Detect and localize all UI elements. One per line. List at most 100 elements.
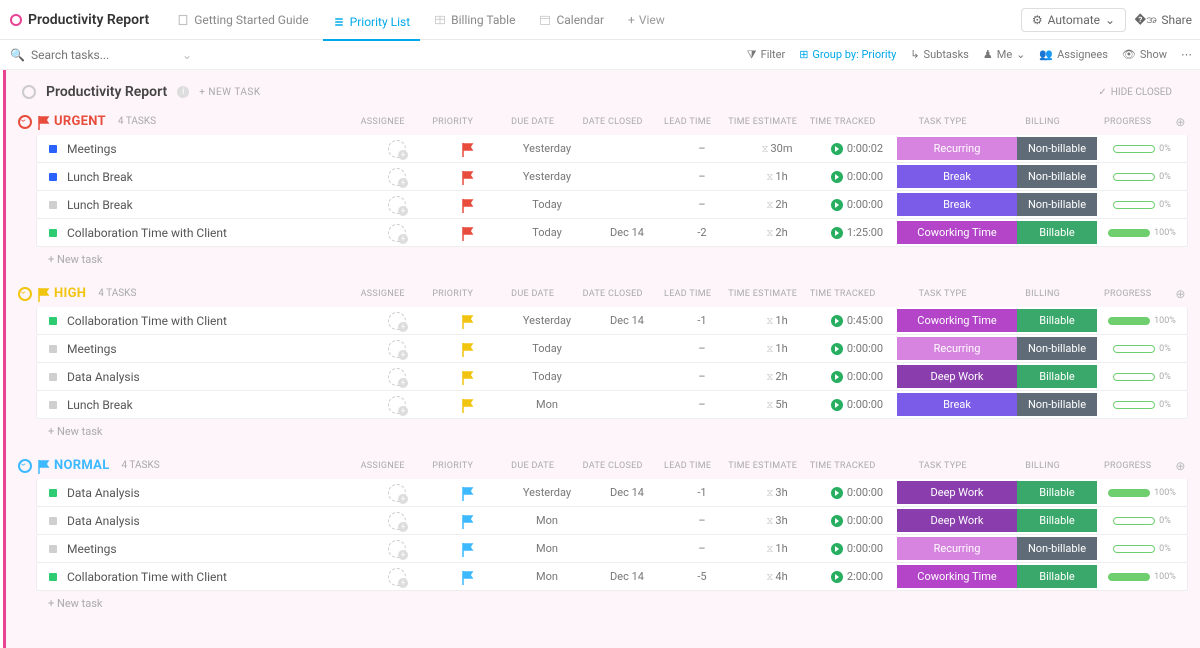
time-estimate-cell[interactable]: ⧖2h: [737, 198, 817, 211]
priority-cell[interactable]: [427, 487, 507, 499]
assignee-cell[interactable]: [367, 196, 427, 214]
task-row[interactable]: Lunch Break Yesterday – ⧖1h 0:00:00 Brea…: [36, 163, 1188, 191]
play-icon[interactable]: [831, 371, 843, 383]
tab-calendar[interactable]: Calendar: [529, 9, 614, 31]
assignee-add-icon[interactable]: [388, 396, 406, 414]
task-row[interactable]: Collaboration Time with Client Today Dec…: [36, 219, 1188, 247]
collapse-icon[interactable]: [18, 287, 32, 301]
assignee-cell[interactable]: [367, 368, 427, 386]
task-type-cell[interactable]: Deep Work: [897, 481, 1017, 504]
time-tracked-cell[interactable]: 2:00:00: [817, 570, 897, 583]
billing-cell[interactable]: Non-billable: [1017, 193, 1097, 216]
task-type-cell[interactable]: Coworking Time: [897, 309, 1017, 332]
time-estimate-cell[interactable]: ⧖1h: [737, 170, 817, 183]
time-tracked-cell[interactable]: 0:00:02: [817, 142, 897, 155]
automate-button[interactable]: ⚙ Automate ⌄: [1021, 8, 1126, 32]
assignee-cell[interactable]: [367, 312, 427, 330]
assignee-cell[interactable]: [367, 224, 427, 242]
time-estimate-cell[interactable]: ⧖4h: [737, 570, 817, 583]
billing-cell[interactable]: Billable: [1017, 221, 1097, 244]
assignee-add-icon[interactable]: [388, 540, 406, 558]
due-date-cell[interactable]: Today: [507, 370, 587, 383]
task-row[interactable]: Collaboration Time with Client Yesterday…: [36, 307, 1188, 335]
chevron-down-icon[interactable]: ⌄: [182, 48, 192, 62]
show-button[interactable]: 👁Show: [1122, 48, 1167, 61]
priority-cell[interactable]: [427, 343, 507, 355]
play-icon[interactable]: [831, 487, 843, 499]
due-date-cell[interactable]: Today: [507, 198, 587, 211]
time-tracked-cell[interactable]: 0:00:00: [817, 398, 897, 411]
task-type-cell[interactable]: Break: [897, 165, 1017, 188]
task-type-cell[interactable]: Break: [897, 193, 1017, 216]
group-title-area[interactable]: NORMAL 4 TASKS: [18, 458, 353, 473]
priority-cell[interactable]: [427, 315, 507, 327]
assignee-cell[interactable]: [367, 140, 427, 158]
billing-cell[interactable]: Billable: [1017, 309, 1097, 332]
info-icon[interactable]: i: [177, 86, 189, 98]
time-tracked-cell[interactable]: 0:00:00: [817, 486, 897, 499]
assignee-add-icon[interactable]: [388, 368, 406, 386]
play-icon[interactable]: [831, 543, 843, 555]
filter-button[interactable]: ⧩Filter: [747, 48, 785, 62]
task-type-cell[interactable]: Recurring: [897, 137, 1017, 160]
billing-cell[interactable]: Non-billable: [1017, 165, 1097, 188]
time-tracked-cell[interactable]: 1:25:00: [817, 226, 897, 239]
priority-cell[interactable]: [427, 571, 507, 583]
due-date-cell[interactable]: Today: [507, 226, 587, 239]
assignee-add-icon[interactable]: [388, 484, 406, 502]
billing-cell[interactable]: Billable: [1017, 481, 1097, 504]
play-icon[interactable]: [831, 143, 843, 155]
play-icon[interactable]: [831, 171, 843, 183]
assignee-cell[interactable]: [367, 484, 427, 502]
due-date-cell[interactable]: Yesterday: [507, 314, 587, 327]
task-row[interactable]: Lunch Break Today – ⧖2h 0:00:00 Break No…: [36, 191, 1188, 219]
assignee-add-icon[interactable]: [388, 224, 406, 242]
play-icon[interactable]: [831, 399, 843, 411]
assignee-add-icon[interactable]: [388, 568, 406, 586]
tab-getting-started[interactable]: Getting Started Guide: [167, 9, 318, 31]
task-type-cell[interactable]: Deep Work: [897, 365, 1017, 388]
time-estimate-cell[interactable]: ⧖2h: [737, 226, 817, 239]
play-icon[interactable]: [831, 199, 843, 211]
group-title-area[interactable]: HIGH 4 TASKS: [18, 286, 353, 301]
task-row[interactable]: Lunch Break Mon – ⧖5h 0:00:00 Break Non-…: [36, 391, 1188, 419]
assignee-add-icon[interactable]: [388, 196, 406, 214]
task-type-cell[interactable]: Coworking Time: [897, 565, 1017, 588]
time-estimate-cell[interactable]: ⧖1h: [737, 342, 817, 355]
add-column-button[interactable]: ⊕: [1173, 287, 1188, 301]
hide-closed-button[interactable]: ✓ HIDE CLOSED: [1098, 87, 1172, 98]
assignee-cell[interactable]: [367, 168, 427, 186]
billing-cell[interactable]: Non-billable: [1017, 393, 1097, 416]
due-date-cell[interactable]: Yesterday: [507, 170, 587, 183]
time-tracked-cell[interactable]: 0:00:00: [817, 198, 897, 211]
time-estimate-cell[interactable]: ⧖2h: [737, 370, 817, 383]
new-task-row[interactable]: + New task: [48, 253, 1188, 266]
collapse-icon[interactable]: [18, 459, 32, 473]
play-icon[interactable]: [831, 343, 843, 355]
time-estimate-cell[interactable]: ⧖1h: [737, 542, 817, 555]
task-type-cell[interactable]: Coworking Time: [897, 221, 1017, 244]
assignee-add-icon[interactable]: [388, 512, 406, 530]
due-date-cell[interactable]: Yesterday: [507, 142, 587, 155]
priority-cell[interactable]: [427, 143, 507, 155]
due-date-cell[interactable]: Mon: [507, 398, 587, 411]
share-button[interactable]: �အ Share: [1134, 11, 1192, 29]
due-date-cell[interactable]: Mon: [507, 570, 587, 583]
priority-cell[interactable]: [427, 227, 507, 239]
task-row[interactable]: Meetings Mon – ⧖1h 0:00:00 Recurring Non…: [36, 535, 1188, 563]
new-task-button[interactable]: + NEW TASK: [199, 87, 260, 98]
assignees-button[interactable]: 👥Assignees: [1039, 48, 1108, 61]
billing-cell[interactable]: Non-billable: [1017, 337, 1097, 360]
assignee-cell[interactable]: [367, 568, 427, 586]
billing-cell[interactable]: Non-billable: [1017, 537, 1097, 560]
due-date-cell[interactable]: Yesterday: [507, 486, 587, 499]
tab-billing-table[interactable]: Billing Table: [424, 9, 525, 31]
priority-cell[interactable]: [427, 543, 507, 555]
priority-cell[interactable]: [427, 199, 507, 211]
task-type-cell[interactable]: Recurring: [897, 337, 1017, 360]
time-tracked-cell[interactable]: 0:00:00: [817, 542, 897, 555]
assignee-cell[interactable]: [367, 340, 427, 358]
due-date-cell[interactable]: Today: [507, 342, 587, 355]
subtasks-button[interactable]: ↳Subtasks: [910, 48, 969, 61]
task-row[interactable]: Meetings Today – ⧖1h 0:00:00 Recurring N…: [36, 335, 1188, 363]
